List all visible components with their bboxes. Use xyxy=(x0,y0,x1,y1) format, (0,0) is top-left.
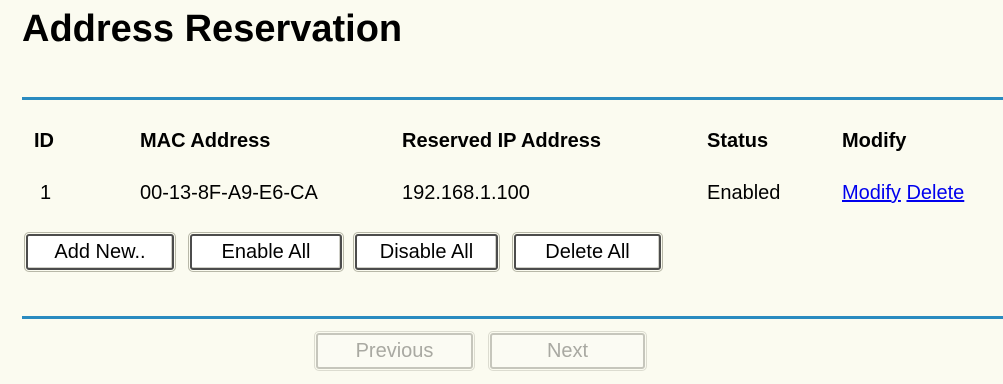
bottom-divider xyxy=(22,316,1003,319)
page-title: Address Reservation xyxy=(22,8,403,50)
disable-all-button[interactable]: Disable All xyxy=(353,232,500,272)
row-reserved-ip: 192.168.1.100 xyxy=(402,182,530,204)
header-mac-address: MAC Address xyxy=(140,130,271,152)
modify-link[interactable]: Modify xyxy=(842,182,901,204)
header-reserved-ip: Reserved IP Address xyxy=(402,130,601,152)
header-id: ID xyxy=(34,130,54,152)
row-actions: Modify Delete xyxy=(842,182,964,205)
row-id: 1 xyxy=(40,182,52,204)
row-mac-address: 00-13-8F-A9-E6-CA xyxy=(140,182,318,204)
next-button[interactable]: Next xyxy=(488,331,647,371)
row-status: Enabled xyxy=(707,182,781,204)
add-new-button[interactable]: Add New.. xyxy=(24,232,176,272)
header-status: Status xyxy=(707,130,769,152)
delete-link[interactable]: Delete xyxy=(906,182,964,204)
top-divider xyxy=(22,97,1003,100)
enable-all-button[interactable]: Enable All xyxy=(188,232,344,272)
previous-button[interactable]: Previous xyxy=(314,331,475,371)
header-modify: Modify xyxy=(842,130,907,152)
delete-all-button[interactable]: Delete All xyxy=(512,232,663,272)
